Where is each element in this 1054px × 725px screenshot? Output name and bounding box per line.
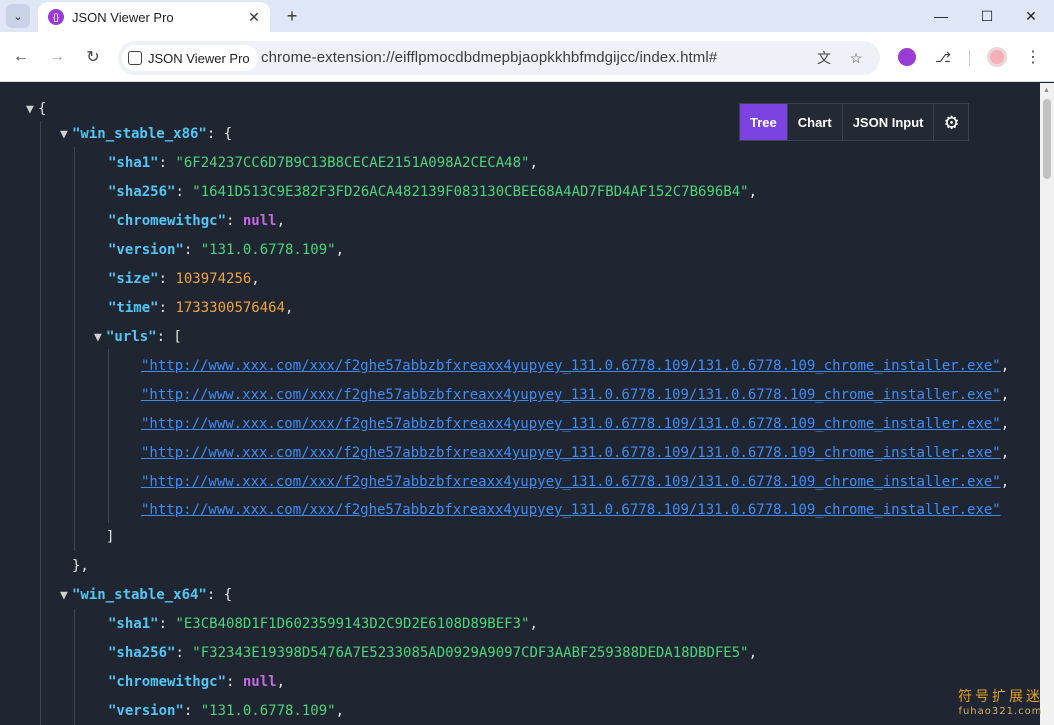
site-chip-label: JSON Viewer Pro: [148, 50, 250, 66]
toolbar-divider: [969, 50, 970, 66]
watermark-text: 符号扩展迷: [958, 689, 1043, 705]
collapse-caret-icon[interactable]: ▼: [60, 124, 72, 146]
translate-icon[interactable]: 文: [814, 48, 834, 68]
url-item[interactable]: "http://www.xxx.com/xxx/f2ghe57abbzbfxre…: [141, 499, 1001, 521]
field-chromewithgc: "chromewithgc": null,: [108, 674, 286, 690]
field-sha1: "sha1": "6F24237CC6D7B9C13B8CECAE2151A09…: [108, 155, 538, 171]
url-item[interactable]: "http://www.xxx.com/xxx/f2ghe57abbzbfxre…: [141, 384, 1009, 406]
site-info-chip[interactable]: JSON Viewer Pro: [122, 45, 258, 71]
indent-guide: [40, 121, 41, 725]
new-tab-button[interactable]: +: [280, 4, 304, 28]
back-button[interactable]: ←: [9, 45, 33, 69]
address-bar[interactable]: JSON Viewer Pro chrome-extension://eiffl…: [118, 41, 880, 75]
array-close: ]: [106, 529, 115, 545]
url-item[interactable]: "http://www.xxx.com/xxx/f2ghe57abbzbfxre…: [141, 471, 1009, 493]
close-window-button[interactable]: ✕: [1008, 0, 1054, 32]
extensions-puzzle-icon[interactable]: ⎇: [931, 45, 955, 69]
field-version: "version": "131.0.6778.109",: [108, 242, 345, 258]
tab-title: JSON Viewer Pro: [72, 9, 174, 25]
node-urls[interactable]: ▼ "urls": [: [94, 326, 182, 348]
watermark-logo: 符号扩展迷 fuhao321.com: [958, 686, 1043, 717]
url-item[interactable]: "http://www.xxx.com/xxx/f2ghe57abbzbfxre…: [141, 413, 1009, 435]
chevron-down-icon: ⌄: [13, 10, 23, 23]
maximize-button[interactable]: ☐: [964, 0, 1010, 32]
root-node[interactable]: ▼{: [26, 98, 46, 120]
node-win-stable-x86[interactable]: ▼ "win_stable_x86": {: [60, 123, 232, 145]
vertical-scrollbar[interactable]: ▲: [1040, 83, 1054, 725]
url-item[interactable]: "http://www.xxx.com/xxx/f2ghe57abbzbfxre…: [141, 442, 1009, 464]
gear-icon[interactable]: ⚙: [934, 104, 968, 140]
tab-json-input[interactable]: JSON Input: [843, 104, 935, 140]
indent-guide: [108, 349, 109, 523]
json-tree-view: ▼{ ▼ "win_stable_x86": { "sha1": "6F24237…: [0, 83, 1040, 725]
tab-search-button[interactable]: ⌄: [6, 4, 30, 28]
url-item[interactable]: "http://www.xxx.com/xxx/f2ghe57abbzbfxre…: [141, 355, 1009, 377]
object-close: },: [72, 558, 89, 574]
url-text[interactable]: chrome-extension://eifflpmocdbdmepbjaopk…: [261, 49, 717, 66]
forward-button[interactable]: →: [45, 45, 69, 69]
field-version: "version": "131.0.6778.109",: [108, 703, 345, 719]
browser-tab[interactable]: {} JSON Viewer Pro ✕: [38, 2, 270, 32]
browser-toolbar: ← → ↻ JSON Viewer Pro chrome-extension:/…: [0, 32, 1054, 82]
extension-page-icon: [128, 51, 142, 65]
tab-chart[interactable]: Chart: [788, 104, 843, 140]
watermark-domain: fuhao321.com: [958, 706, 1043, 717]
field-chromewithgc: "chromewithgc": null,: [108, 213, 286, 229]
collapse-caret-icon[interactable]: ▼: [60, 585, 72, 607]
tab-tree[interactable]: Tree: [740, 104, 788, 140]
field-sha256: "sha256": "1641D513C9E382F3FD26ACA482139…: [108, 184, 758, 200]
field-time: "time": 1733300576464,: [108, 300, 294, 316]
field-sha256: "sha256": "F32343E19398D5476A7E5233085AD…: [108, 645, 758, 661]
scrollbar-thumb[interactable]: [1043, 99, 1051, 179]
menu-kebab-icon[interactable]: ⋮: [1021, 45, 1045, 69]
reload-button[interactable]: ↻: [81, 45, 105, 69]
close-tab-button[interactable]: ✕: [244, 7, 264, 27]
profile-avatar[interactable]: [985, 45, 1009, 69]
node-win-stable-x64[interactable]: ▼ "win_stable_x64": {: [60, 584, 232, 606]
json-viewer-extension-icon[interactable]: [895, 45, 919, 69]
collapse-caret-icon[interactable]: ▼: [26, 99, 38, 121]
minimize-button[interactable]: —: [918, 0, 964, 32]
field-size: "size": 103974256,: [108, 271, 260, 287]
json-viewer-favicon-icon: {}: [48, 9, 64, 25]
indent-guide: [74, 609, 75, 725]
scroll-up-arrow-icon[interactable]: ▲: [1043, 87, 1050, 94]
collapse-caret-icon[interactable]: ▼: [94, 327, 106, 349]
bookmark-star-icon[interactable]: ☆: [846, 48, 866, 68]
view-mode-tabs: Tree Chart JSON Input ⚙: [739, 103, 970, 141]
tab-strip: ⌄ {} JSON Viewer Pro ✕ + — ☐ ✕: [0, 0, 1054, 32]
indent-guide: [74, 147, 75, 551]
field-sha1: "sha1": "E3CB408D1F1D6023599143D2C9D2E61…: [108, 616, 538, 632]
